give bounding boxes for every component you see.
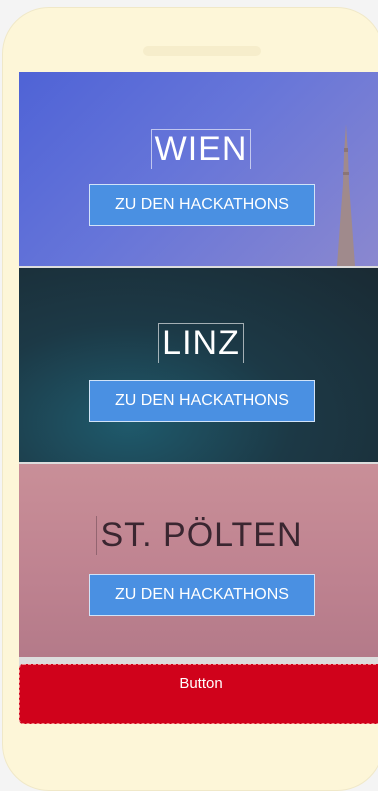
- city-panel-wien: WIEN ZU DEN HACKATHONS: [19, 72, 378, 266]
- city-panel-st-poelten: ST. PÖLTEN ZU DEN HACKATHONS: [19, 464, 378, 657]
- city-title-text: WIEN: [150, 129, 252, 169]
- hackathons-button-linz[interactable]: ZU DEN HACKATHONS: [89, 380, 315, 422]
- app-screen: WIEN ZU DEN HACKATHONS LINZ ZU DEN HACKA…: [19, 72, 378, 724]
- city-title: ST. PÖLTEN: [19, 516, 378, 555]
- city-title: LINZ: [19, 323, 378, 363]
- hackathons-button-wien[interactable]: ZU DEN HACKATHONS: [89, 184, 315, 226]
- hackathons-button-st-poelten[interactable]: ZU DEN HACKATHONS: [89, 574, 315, 616]
- city-title-text: ST. PÖLTEN: [96, 516, 305, 555]
- footer-button[interactable]: Button: [19, 664, 378, 724]
- phone-speaker: [143, 46, 261, 56]
- city-title-text: LINZ: [158, 323, 244, 363]
- city-panel-linz: LINZ ZU DEN HACKATHONS: [19, 268, 378, 462]
- city-title: WIEN: [19, 129, 378, 169]
- phone-frame: WIEN ZU DEN HACKATHONS LINZ ZU DEN HACKA…: [3, 8, 378, 790]
